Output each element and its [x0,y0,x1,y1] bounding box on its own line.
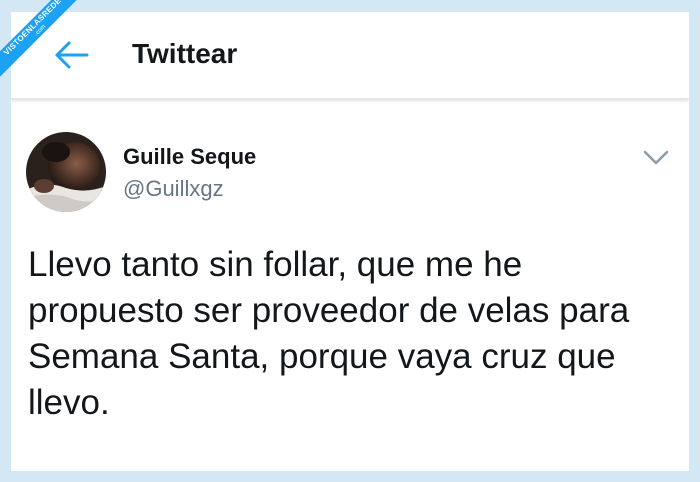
back-button[interactable] [51,40,91,70]
header-bar: Twittear [11,12,689,99]
tweet-screen: Twittear Guille Seque @Guillxgz Llevo ta… [11,12,689,471]
page-title: Twittear [132,38,238,69]
avatar-image [26,132,106,212]
author-handle[interactable]: @Guillxgz [123,175,224,203]
arrow-left-icon [55,41,89,69]
author-name[interactable]: Guille Seque [123,144,256,170]
avatar[interactable] [26,132,106,212]
tweet-menu-button[interactable] [641,145,671,169]
chevron-down-icon [643,150,669,165]
tweet-text: Llevo tanto sin follar, que me he propue… [28,245,630,422]
